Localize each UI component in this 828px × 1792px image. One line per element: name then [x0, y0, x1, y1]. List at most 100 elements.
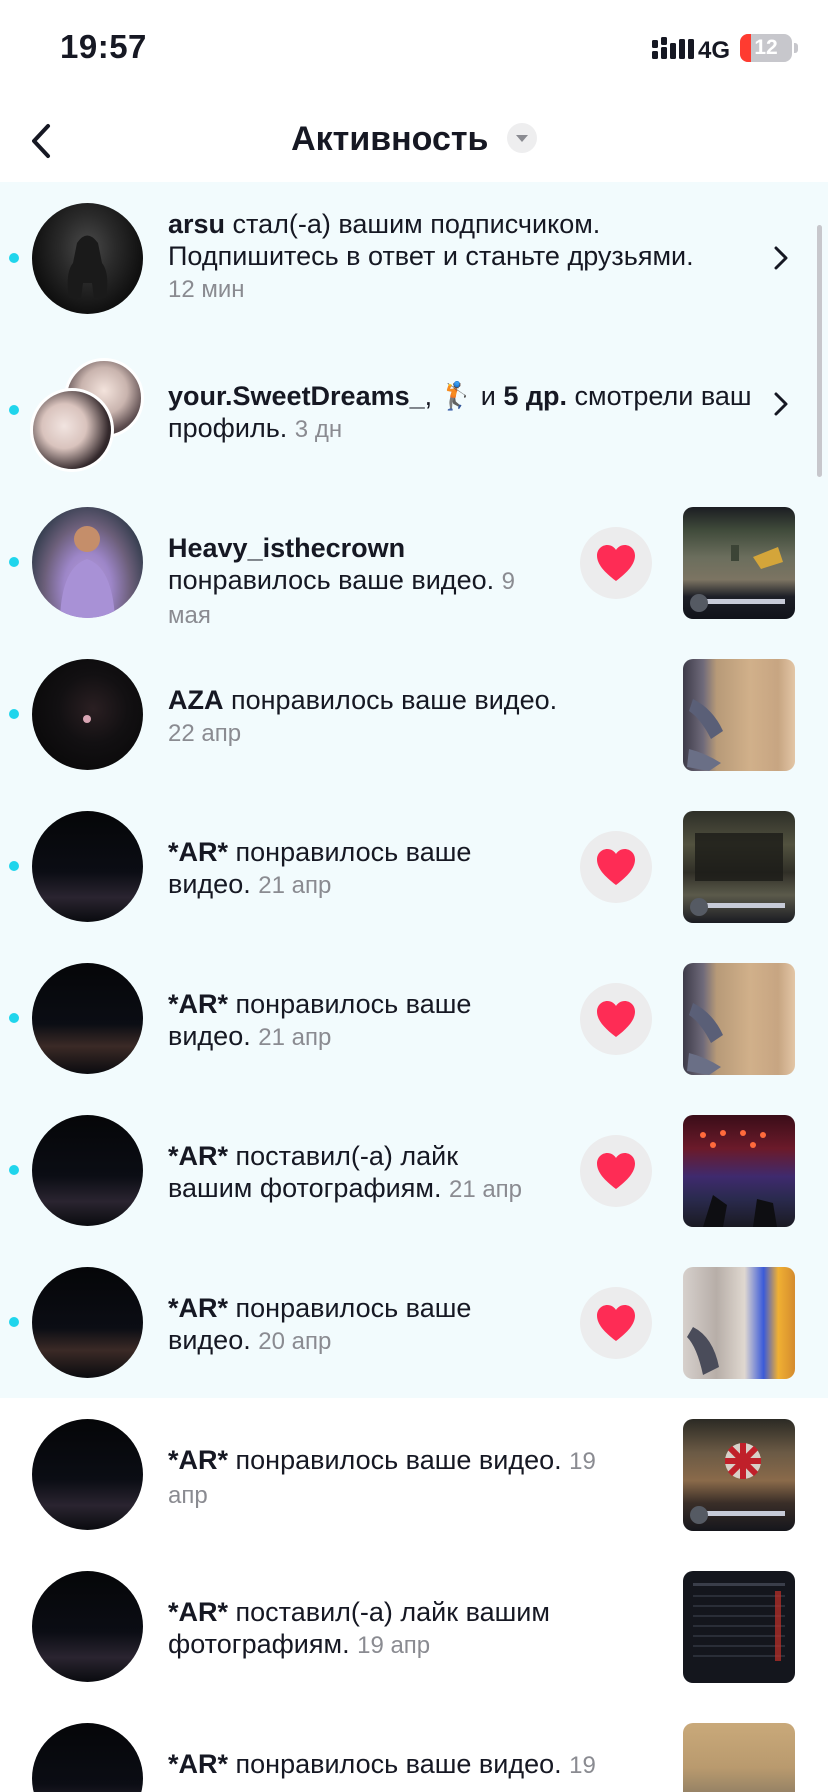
thumbnail-overlay — [687, 1003, 723, 1075]
username[interactable]: *AR* — [168, 1597, 228, 1627]
notification-time: 12 мин — [168, 276, 245, 303]
avatar[interactable] — [32, 507, 143, 618]
network-type: 4G — [698, 37, 731, 64]
notification-text: *AR* понравилось ваше видео. 19 апр — [168, 1444, 638, 1512]
like-button[interactable] — [580, 527, 652, 599]
notification-text: *AR* поставил(-а) лайк вашим фотографиям… — [168, 1596, 638, 1662]
username[interactable]: *AR* — [168, 989, 228, 1019]
like-button[interactable] — [580, 1135, 652, 1207]
like-button[interactable] — [580, 831, 652, 903]
status-time: 19:57 — [60, 28, 147, 65]
notification-message: понравилось ваше видео. — [228, 1749, 562, 1779]
unread-dot — [9, 1013, 19, 1023]
video-thumbnail[interactable] — [683, 507, 795, 619]
separator-text: , 🏌️ и — [424, 381, 504, 411]
video-thumbnail[interactable] — [683, 811, 795, 923]
notification-text: *AR* понравилось ваше видео. 21 апр — [168, 988, 528, 1054]
avatar[interactable] — [32, 1115, 143, 1226]
heart-icon — [597, 1153, 635, 1189]
username[interactable]: arsu — [168, 209, 225, 239]
unread-dot — [9, 405, 19, 415]
unread-dot — [9, 861, 19, 871]
notification-time: 19 апр — [357, 1632, 431, 1659]
heart-icon — [597, 849, 635, 885]
avatar[interactable] — [32, 1571, 143, 1682]
video-thumbnail[interactable] — [683, 659, 795, 771]
like-button[interactable] — [580, 983, 652, 1055]
notification-text: *AR* поставил(-а) лайк вашим фотографиям… — [168, 1140, 548, 1206]
chevron-right-icon[interactable] — [772, 384, 792, 424]
avatar[interactable] — [32, 811, 143, 922]
notification-row[interactable]: AZA понравилось ваше видео. 22 апр — [0, 638, 828, 790]
notification-message: стал(-а) вашим подписчиком. Подпишитесь … — [168, 209, 694, 271]
photo-thumbnail[interactable] — [683, 1571, 795, 1683]
title-wrap: Активность — [0, 120, 828, 159]
notification-text: *AR* понравилось ваше видео. 20 апр — [168, 1292, 528, 1358]
avatar[interactable] — [32, 1267, 143, 1378]
video-thumbnail[interactable] — [683, 1723, 795, 1792]
avatar — [30, 388, 114, 472]
username[interactable]: *AR* — [168, 1749, 228, 1779]
notification-time: 20 апр — [258, 1328, 332, 1355]
avatar-figure-icon — [67, 235, 108, 298]
header: Активность — [0, 100, 828, 182]
notification-time: 22 апр — [168, 720, 242, 747]
notification-row[interactable]: your.SweetDreams_, 🏌️ и 5 др. смотрели в… — [0, 334, 828, 486]
thumbnail-overlay — [690, 545, 785, 612]
username[interactable]: *AR* — [168, 1445, 228, 1475]
like-button[interactable] — [580, 1287, 652, 1359]
photo-thumbnail[interactable] — [683, 1115, 795, 1227]
notification-row[interactable]: *AR* понравилось ваше видео. 20 апр — [0, 1246, 828, 1398]
heart-icon — [597, 545, 635, 581]
notification-message: понравилось ваше видео. — [223, 685, 558, 715]
notification-time: 21 апр — [258, 1024, 332, 1051]
thumbnail-overlay — [687, 699, 723, 771]
username[interactable]: *AR* — [168, 1293, 228, 1323]
notification-row[interactable]: *AR* поставил(-а) лайк вашим фотографиям… — [0, 1550, 828, 1702]
avatar[interactable] — [32, 963, 143, 1074]
avatar-figure-icon — [83, 715, 91, 723]
notification-row[interactable]: *AR* поставил(-а) лайк вашим фотографиям… — [0, 1094, 828, 1246]
avatar[interactable] — [32, 659, 143, 770]
notification-message: понравилось ваше видео. — [168, 565, 495, 595]
username[interactable]: AZA — [168, 685, 224, 715]
notification-text: *AR* понравилось ваше видео. 21 апр — [168, 836, 528, 902]
notification-message: понравилось ваше видео. — [228, 1445, 562, 1475]
avatar[interactable] — [32, 1723, 143, 1792]
battery-level: 12 — [754, 36, 778, 59]
notification-text: AZA понравилось ваше видео. 22 апр — [168, 684, 588, 750]
notification-time: 21 апр — [448, 1176, 523, 1203]
avatar-figure-icon — [60, 526, 115, 618]
others-count[interactable]: 5 др. — [503, 381, 567, 411]
notification-row[interactable]: *AR* понравилось ваше видео. 21 апр — [0, 942, 828, 1094]
battery-icon: 12 — [740, 34, 792, 62]
notification-row[interactable]: *AR* понравилось ваше видео. 21 апр — [0, 790, 828, 942]
battery-cap — [794, 43, 798, 53]
username[interactable]: *AR* — [168, 1141, 228, 1171]
thumbnail-overlay — [690, 1443, 785, 1524]
chevron-right-icon[interactable] — [772, 238, 792, 278]
unread-dot — [9, 1165, 19, 1175]
notification-row[interactable]: Heavy_isthecrown понравилось ваше видео.… — [0, 486, 828, 638]
notification-row[interactable]: *AR* понравилось ваше видео. 19 апр — [0, 1702, 828, 1792]
video-thumbnail[interactable] — [683, 963, 795, 1075]
avatar-group[interactable] — [30, 358, 146, 472]
dropdown-icon[interactable] — [506, 122, 537, 153]
avatar[interactable] — [32, 203, 143, 314]
avatar[interactable] — [32, 1419, 143, 1530]
username[interactable]: your.SweetDreams_ — [168, 381, 425, 411]
video-thumbnail[interactable] — [683, 1267, 795, 1379]
video-thumbnail[interactable] — [683, 1419, 795, 1531]
page-title: Активность — [291, 120, 489, 158]
scrollbar[interactable] — [817, 225, 822, 477]
username[interactable]: Heavy_isthecrown — [168, 533, 405, 563]
signal-icon — [652, 37, 694, 59]
notification-text: your.SweetDreams_, 🏌️ и 5 др. смотрели в… — [168, 380, 758, 446]
unread-dot — [9, 557, 19, 567]
notification-row[interactable]: arsu стал(-а) вашим подписчиком. Подпиши… — [0, 182, 828, 334]
unread-dot — [9, 253, 19, 263]
thumbnail-overlay — [690, 833, 785, 916]
unread-dot — [9, 1317, 19, 1327]
notification-row[interactable]: *AR* понравилось ваше видео. 19 апр — [0, 1398, 828, 1550]
username[interactable]: *AR* — [168, 837, 228, 867]
